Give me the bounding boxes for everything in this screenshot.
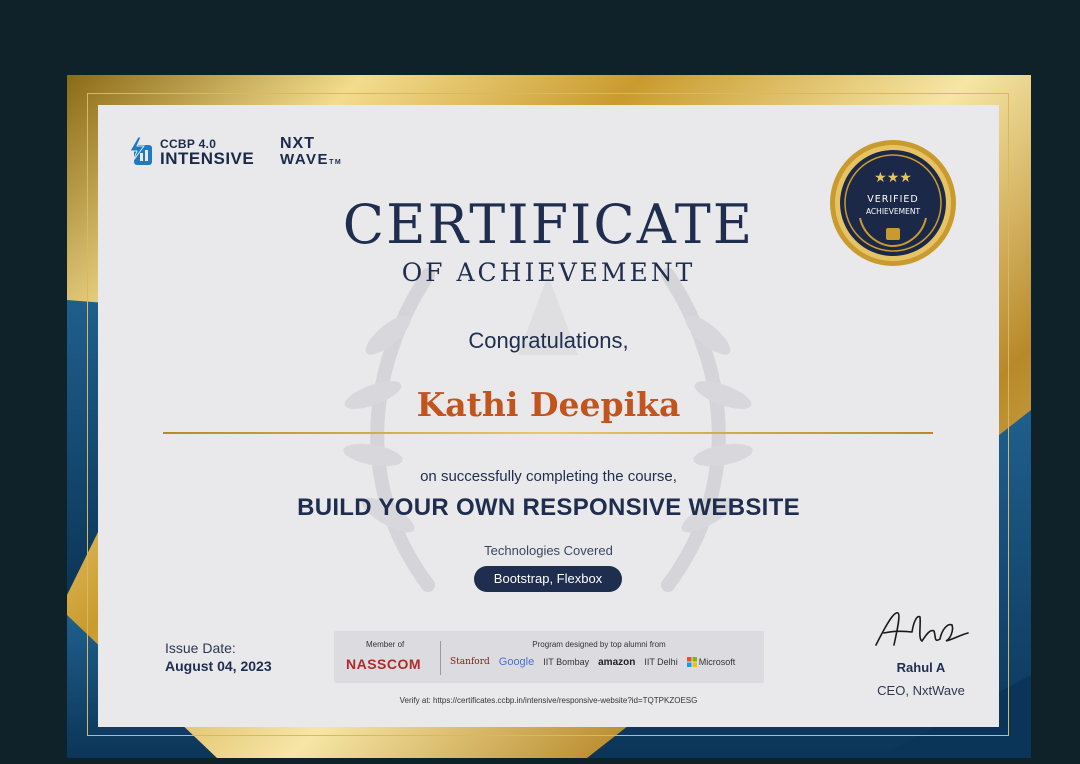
nxtwave-logo: NXT WAVETM [280,135,343,168]
designed-by-label: Program designed by top alumni from [532,640,666,649]
completing-text: on successfully completing the course, [420,468,677,485]
nxtwave-line2: WAVE [280,151,330,168]
iit-delhi-logo: IIT Delhi [644,657,678,667]
course-title: BUILD YOUR OWN RESPONSIVE WEBSITE [297,494,800,521]
badge-stars: ★★★ [874,170,912,186]
partner-logos: Stanford Google IIT Bombay amazon IIT De… [450,656,735,668]
signatory-title: CEO, NxtWave [877,683,965,698]
microsoft-logo-group: Microsoft [686,657,736,667]
stanford-logo: Stanford [450,657,490,667]
google-logo: Google [498,656,535,668]
recipient-name: Kathi Deepika [416,385,681,424]
microsoft-icon [686,657,697,667]
partners-divider [440,641,441,675]
certificate-title: CERTIFICATE [342,193,755,256]
ccbp-intensive: INTENSIVE [160,148,255,168]
name-underline [163,432,933,434]
issue-date-value: August 04, 2023 [165,658,272,674]
partners-panel: Member of NASSCOM Program designed by to… [334,631,764,683]
technologies-pill: Bootstrap, Flexbox [474,566,622,592]
signature-image [875,612,969,646]
issue-date-label: Issue Date: [165,640,236,656]
certificate-paper: CCBP 4.0 INTENSIVE NXT WAVETM ★★★ VERIFI… [98,105,999,727]
amazon-logo: amazon [598,656,636,668]
technologies-label: Technologies Covered [484,543,613,558]
congratulations-text: Congratulations, [468,328,629,353]
ccbp-bolt-icon [129,137,152,165]
nasscom-logo: NASSCOM [346,656,422,672]
certificate-subtitle: OF ACHIEVEMENT [401,258,696,287]
ccbp-version: CCBP 4.0 [160,136,217,151]
ccbp-logo: CCBP 4.0 INTENSIVE [128,137,254,167]
microsoft-logo: Microsoft [698,657,736,667]
iit-bombay-logo: IIT Bombay [543,657,590,667]
member-of-label: Member of [366,640,405,649]
nxtwave-tm: TM [329,159,343,166]
nxtwave-line1: NXT [280,135,315,152]
signatory-name: Rahul A [896,660,946,675]
certificate-frame: CCBP 4.0 INTENSIVE NXT WAVETM ★★★ VERIFI… [67,75,1031,758]
